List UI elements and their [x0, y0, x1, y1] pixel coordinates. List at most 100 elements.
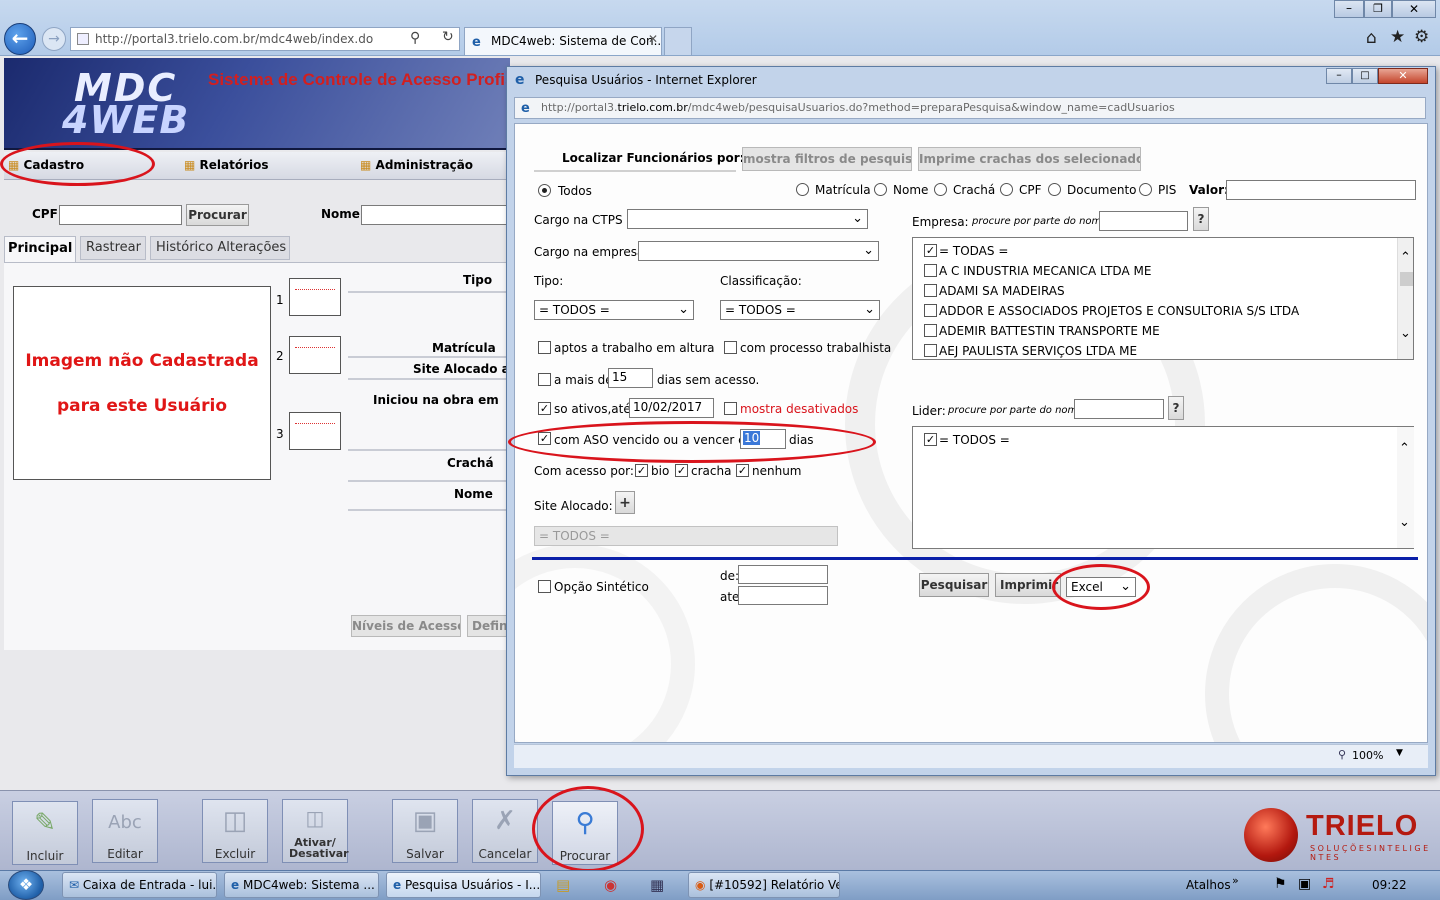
start-button[interactable]: ❖ — [8, 870, 44, 900]
lider-help-button[interactable]: ? — [1168, 396, 1184, 420]
aptos-altura-checkbox[interactable] — [538, 341, 551, 354]
explorer-icon[interactable]: ▤ — [556, 876, 570, 894]
salvar-button[interactable]: ▣ Salvar — [392, 799, 458, 863]
back-button[interactable]: ← — [4, 23, 36, 55]
chrome-icon[interactable]: ◉ — [604, 876, 617, 894]
minimize-button[interactable]: – — [1334, 0, 1364, 18]
volume-icon[interactable]: ♬ — [1322, 876, 1335, 892]
empresa-search-input[interactable] — [1099, 211, 1188, 231]
imprimir-button[interactable]: Imprimir — [995, 573, 1061, 597]
tab-close-icon[interactable]: ✕ — [648, 32, 658, 46]
radio-matricula[interactable] — [796, 183, 809, 196]
radio-cracha[interactable] — [934, 183, 947, 196]
dias-sem-acesso-checkbox[interactable] — [538, 373, 551, 386]
network-icon[interactable]: ▣ — [1298, 876, 1311, 892]
acesso-nenhum-checkbox[interactable]: ✓ — [736, 464, 749, 477]
scrollbar-thumb[interactable] — [1400, 272, 1413, 286]
radio-todos[interactable] — [538, 184, 551, 197]
photo-thumbnail[interactable] — [289, 412, 341, 450]
empresa-checkbox[interactable] — [924, 304, 937, 317]
tipo-select[interactable]: = TODOS = ⌄ — [534, 300, 694, 320]
niveis-acesso-button[interactable]: Níveis de Acesso — [351, 615, 461, 637]
popup-close-button[interactable]: ✕ — [1378, 68, 1428, 84]
imprime-crachas-button[interactable]: Imprime crachas dos selecionados — [918, 147, 1141, 171]
classificacao-select[interactable]: = TODOS = ⌄ — [720, 300, 880, 320]
tab-historico[interactable]: Histórico Alterações — [150, 236, 290, 260]
empresa-checkbox[interactable]: ✓ — [924, 244, 937, 257]
radio-documento[interactable] — [1048, 183, 1061, 196]
browser-tab[interactable]: e MDC4web: Sistema de Con... — [464, 27, 662, 55]
refresh-icon[interactable]: ↻ — [442, 29, 454, 45]
empresa-checkbox[interactable] — [924, 264, 937, 277]
cpf-input[interactable] — [59, 205, 182, 225]
popup-maximize-button[interactable]: □ — [1352, 68, 1378, 84]
site-add-button[interactable]: + — [615, 491, 635, 514]
valor-input[interactable] — [1226, 180, 1416, 200]
close-button[interactable]: ✕ — [1392, 0, 1436, 18]
settings-gear-icon[interactable]: ⚙ — [1414, 27, 1429, 47]
photo-thumbnail[interactable] — [289, 278, 341, 316]
mostra-desativados-checkbox[interactable] — [724, 402, 737, 415]
site-alocado-select[interactable]: = TODOS = — [534, 526, 838, 546]
taskbar-item-outlook[interactable]: ✉ Caixa de Entrada - lui... — [62, 872, 217, 898]
export-format-select[interactable]: Excel ⌄ — [1066, 577, 1136, 597]
aso-checkbox[interactable]: ✓ — [538, 432, 551, 445]
photo-thumbnail[interactable] — [289, 336, 341, 374]
empresa-scrollbar[interactable]: ⌃ ⌄ — [1397, 238, 1413, 359]
cargo-empresa-select[interactable]: ⌄ — [638, 241, 879, 261]
empresa-checkbox[interactable] — [924, 284, 937, 297]
home-icon[interactable]: ⌂ — [1366, 28, 1377, 48]
menu-relatorios[interactable]: ▦ Relatórios — [184, 158, 269, 172]
flag-icon[interactable]: ⚑ — [1274, 876, 1287, 892]
menu-administracao[interactable]: ▦ Administração — [360, 158, 473, 172]
radio-nome[interactable] — [874, 183, 887, 196]
procurar-toolbar-button[interactable]: ⚲ Procurar — [552, 801, 618, 865]
ate-input[interactable] — [738, 586, 828, 605]
empresa-help-button[interactable]: ? — [1193, 207, 1209, 231]
opcao-sintetico-checkbox[interactable] — [538, 580, 551, 593]
lider-scrollbar[interactable]: ⌃ ⌄ — [1397, 427, 1414, 548]
procurar-button[interactable]: Procurar — [186, 204, 249, 226]
chevron-double-right-icon[interactable]: » — [1232, 874, 1239, 887]
aso-days-input[interactable]: 10 — [740, 429, 786, 449]
popup-minimize-button[interactable]: – — [1326, 68, 1352, 84]
address-bar[interactable]: http://portal3.trielo.com.br/mdc4web/ind… — [70, 27, 460, 51]
search-icon[interactable]: ⚲ — [410, 30, 420, 46]
zoom-level[interactable]: 100% — [1352, 749, 1383, 762]
taskbar-item-mdc4web[interactable]: e MDC4web: Sistema ... — [224, 872, 379, 898]
radio-cpf[interactable] — [1000, 183, 1013, 196]
pesquisar-button[interactable]: Pesquisar — [919, 573, 989, 597]
taskbar-item-firefox[interactable]: ◉ [#10592] Relatório Ve... — [688, 872, 840, 898]
acesso-cracha-checkbox[interactable]: ✓ — [675, 464, 688, 477]
clock[interactable]: 09:22 — [1372, 878, 1407, 892]
empresa-checkbox[interactable] — [924, 324, 937, 337]
cancelar-button[interactable]: ✗ Cancelar — [472, 799, 538, 863]
de-input[interactable] — [738, 565, 828, 584]
mostra-filtros-button[interactable]: mostra filtros de pesquisa — [742, 147, 912, 171]
tab-rastrear[interactable]: Rastrear — [80, 236, 146, 260]
taskbar-item-pesquisa[interactable]: e Pesquisa Usuários - I... — [386, 872, 541, 898]
so-ativos-date-input[interactable]: 10/02/2017 — [629, 398, 714, 418]
favorites-icon[interactable]: ★ — [1390, 27, 1405, 47]
tab-principal[interactable]: Principal — [4, 236, 76, 262]
nome-input[interactable] — [361, 205, 511, 225]
lider-checkbox[interactable]: ✓ — [924, 433, 937, 446]
atalhos-label[interactable]: Atalhos — [1186, 878, 1231, 892]
new-tab-button[interactable] — [664, 27, 692, 55]
forward-button[interactable]: → — [42, 27, 66, 51]
incluir-button[interactable]: ✎ Incluir — [12, 801, 78, 865]
ativar-desativar-button[interactable]: ◫ Ativar/ Desativar — [282, 799, 349, 863]
notes-icon[interactable]: ▦ — [650, 876, 664, 894]
dias-sem-acesso-input[interactable]: 15 — [608, 368, 653, 388]
editar-button[interactable]: Abc Editar — [92, 799, 158, 863]
maximize-button[interactable]: ❐ — [1364, 0, 1392, 18]
so-ativos-checkbox[interactable]: ✓ — [538, 402, 551, 415]
cargo-ctps-select[interactable]: ⌄ — [627, 209, 868, 229]
empresa-checkbox[interactable] — [924, 344, 937, 357]
definir-button[interactable]: Defin — [467, 615, 511, 637]
radio-pis[interactable] — [1139, 183, 1152, 196]
menu-cadastro[interactable]: ▦ Cadastro — [8, 158, 84, 172]
excluir-button[interactable]: ◫ Excluir — [202, 799, 268, 863]
lider-search-input[interactable] — [1074, 399, 1164, 419]
acesso-bio-checkbox[interactable]: ✓ — [635, 464, 648, 477]
